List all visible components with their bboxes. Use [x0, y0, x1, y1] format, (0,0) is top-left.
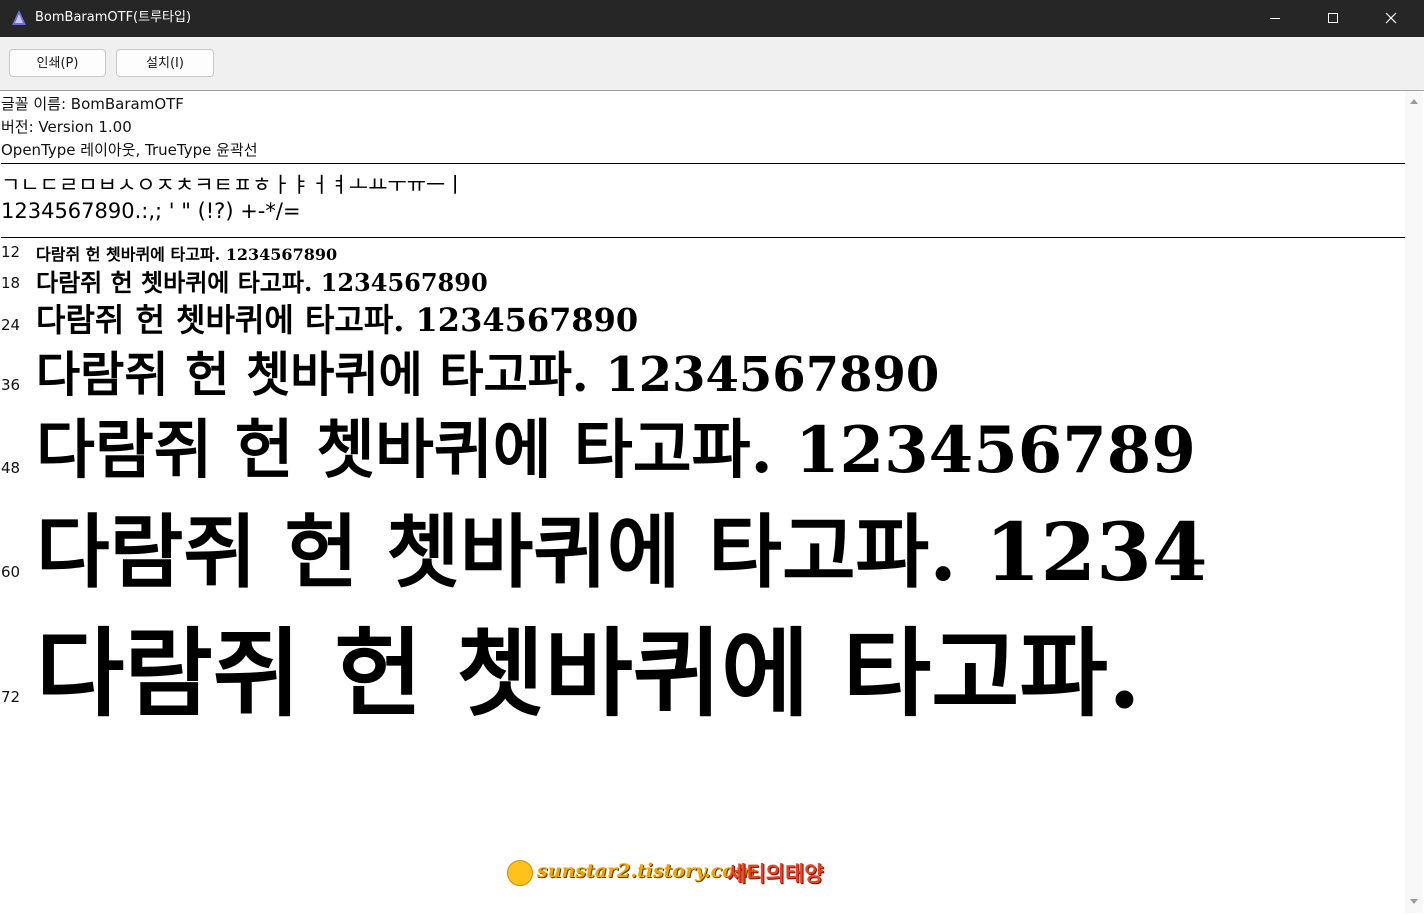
- sample-text-60: 다람쥐 헌 쳇바퀴에 타고파. 1234: [36, 505, 1208, 599]
- maximize-button[interactable]: [1305, 0, 1363, 37]
- font-viewer-window: BomBaramOTF(트루타입) 인쇄(P) 설치(I) 글꼴 이름: Bom…: [0, 0, 1424, 915]
- watermark-url: sunstar2.tistory.com: [537, 860, 755, 882]
- size-label-60: 60: [1, 563, 21, 581]
- charset-digits-symbols: 1234567890.:,; ' " (!?) +-*/=: [1, 199, 301, 223]
- sample-text-12: 다람쥐 헌 쳇바퀴에 타고파. 1234567890: [36, 245, 338, 264]
- minimize-icon: [1270, 18, 1280, 19]
- close-button[interactable]: [1363, 0, 1421, 37]
- vertical-scrollbar[interactable]: [1405, 91, 1423, 913]
- size-label-36: 36: [1, 376, 21, 394]
- sample-text-72: 다람쥐 헌 쳇바퀴에 타고파.: [36, 617, 1142, 730]
- font-name-info: 글꼴 이름: BomBaramOTF: [1, 95, 184, 113]
- print-button[interactable]: 인쇄(P): [9, 49, 106, 77]
- toolbar: 인쇄(P) 설치(I): [0, 37, 1424, 91]
- install-button[interactable]: 설치(I): [116, 49, 214, 77]
- size-label-72: 72: [1, 688, 21, 706]
- version-info: 버전: Version 1.00: [1, 118, 132, 136]
- size-label-24: 24: [1, 316, 21, 334]
- title-bar[interactable]: BomBaramOTF(트루타입): [0, 0, 1424, 37]
- sample-text-48: 다람쥐 헌 쳇바퀴에 타고파. 123456789: [36, 413, 1196, 488]
- charset-jamo: ㄱㄴㄷㄹㅁㅂㅅㅇㅈㅊㅋㅌㅍㅎㅏㅑㅓㅕㅗㅛㅜㅠㅡㅣ: [1, 173, 465, 197]
- sample-text-18: 다람쥐 헌 쳇바퀴에 타고파. 1234567890: [36, 268, 488, 297]
- window-title: BomBaramOTF(트루타입): [35, 10, 192, 25]
- watermark-name: 세티의태양: [727, 862, 824, 886]
- minimize-button[interactable]: [1247, 0, 1305, 37]
- size-label-48: 48: [1, 459, 21, 477]
- size-label-12: 12: [1, 243, 21, 261]
- size-label-18: 18: [1, 274, 21, 292]
- divider: [1, 163, 1405, 164]
- sample-text-36: 다람쥐 헌 쳇바퀴에 타고파. 1234567890: [36, 347, 940, 403]
- maximize-icon: [1328, 13, 1338, 23]
- font-preview-area: 글꼴 이름: BomBaramOTF 버전: Version 1.00 Open…: [1, 91, 1405, 913]
- smiley-face-icon: [507, 860, 533, 886]
- scroll-down-arrow-icon[interactable]: [1409, 898, 1419, 906]
- font-app-icon: [12, 10, 26, 25]
- close-icon: [1385, 12, 1397, 24]
- scroll-up-arrow-icon[interactable]: [1409, 97, 1419, 105]
- divider: [1, 237, 1405, 238]
- outline-info: OpenType 레이아웃, TrueType 윤곽선: [1, 141, 258, 159]
